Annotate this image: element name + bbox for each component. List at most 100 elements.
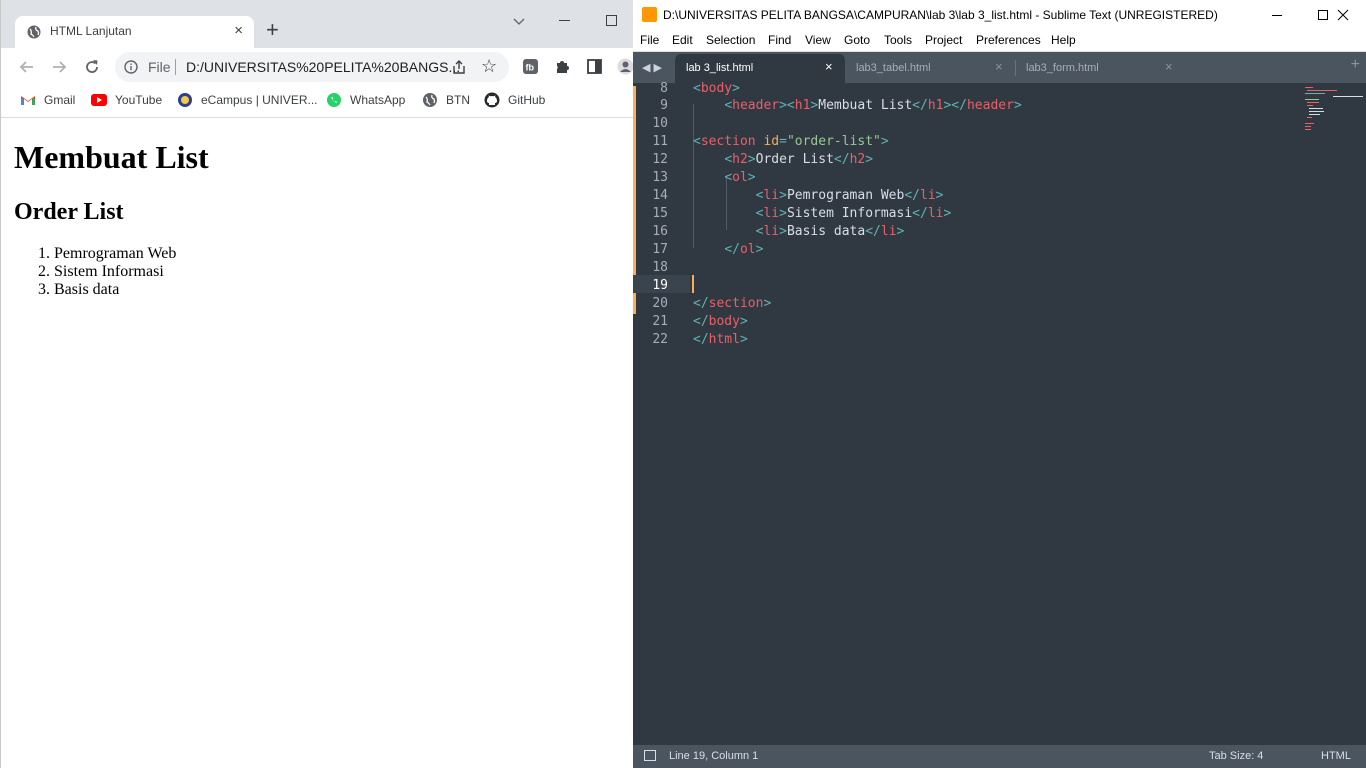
code-line: 22 </html> (652, 332, 748, 347)
status-bar: Line 19, Column 1 Tab Size: 4 HTML (633, 745, 1366, 768)
browser-toolbar: File D:/UNIVERSITAS%20PELITA%20BANGS... … (1, 48, 633, 86)
browser-window: HTML Lanjutan × + File D:/UNIVERSITAS%20… (0, 0, 633, 768)
browser-tab[interactable]: HTML Lanjutan × (15, 16, 254, 48)
section-heading: Order List (14, 199, 124, 225)
bookmark-youtube[interactable]: YouTube (91, 91, 162, 109)
profile-icon[interactable] (617, 58, 633, 75)
minimize-button[interactable] (559, 20, 570, 21)
cursor-position: Line 19, Column 1 (669, 750, 759, 762)
minimap[interactable] (1305, 86, 1365, 131)
bookmark-label: Gmail (44, 93, 76, 107)
code-line: 12 <h2>Order List</h2> (652, 152, 874, 167)
menu-find[interactable]: Find (768, 33, 791, 47)
page-content: Membuat List Order List Pemrograman Web … (1, 118, 633, 768)
extension-fb-icon[interactable]: fb (522, 58, 539, 75)
tab-nav-arrows-icon[interactable]: ◀▶ (642, 61, 665, 74)
code-line: 10 (652, 116, 668, 131)
tab-label: lab3_tabel.html (856, 62, 931, 74)
text-cursor (692, 275, 694, 293)
reload-icon[interactable] (82, 57, 102, 77)
menu-project[interactable]: Project (925, 33, 962, 47)
ecampus-icon (178, 93, 192, 107)
menu-goto[interactable]: Goto (844, 33, 870, 47)
maximize-button[interactable] (606, 15, 617, 26)
menu-bar: File Edit Selection Find View Goto Tools… (633, 30, 1366, 52)
bookmark-btn[interactable]: BTN (422, 91, 470, 109)
tab-close-icon[interactable]: × (234, 22, 243, 39)
menu-selection[interactable]: Selection (706, 33, 755, 47)
globe-icon (27, 25, 41, 39)
extensions-puzzle-icon[interactable] (554, 58, 571, 75)
whatsapp-icon (327, 93, 341, 107)
code-line: 20 </section> (652, 296, 772, 311)
tab-strip: HTML Lanjutan × + (1, 0, 633, 48)
address-bar[interactable]: File D:/UNIVERSITAS%20PELITA%20BANGS... … (115, 52, 509, 82)
scheme-label: File (148, 59, 171, 75)
window-title: D:\UNIVERSITAS PELITA BANGSA\CAMPURAN\la… (663, 8, 1218, 22)
menu-help[interactable]: Help (1051, 33, 1076, 47)
tab-label: lab 3_list.html (686, 62, 754, 74)
globe-icon (423, 93, 437, 107)
svg-text:fb: fb (526, 63, 535, 73)
page-heading: Membuat List (14, 139, 209, 175)
bookmark-whatsapp[interactable]: WhatsApp (326, 91, 405, 109)
editor-window: D:\UNIVERSITAS PELITA BANGSA\CAMPURAN\la… (633, 0, 1366, 768)
code-line: 21 </body> (652, 314, 748, 329)
tab-close-icon[interactable]: × (825, 59, 833, 74)
close-button[interactable] (1320, 0, 1366, 30)
tab-close-icon[interactable]: × (1165, 59, 1173, 74)
order-list: Pemrograman Web Sistem Informasi Basis d… (14, 245, 176, 299)
bookmarks-bar: Gmail YouTube eCampus | UNIVER... WhatsA… (1, 86, 633, 118)
gmail-icon (21, 96, 35, 105)
code-line: 9 <header><h1>Membuat List</h1></header> (660, 98, 1022, 113)
minimize-button[interactable] (1254, 0, 1300, 30)
panel-toggle-icon[interactable] (644, 750, 656, 761)
divider (175, 59, 176, 75)
bookmark-star-icon[interactable]: ☆ (481, 57, 497, 75)
tab-size-selector[interactable]: Tab Size: 4 (1209, 750, 1263, 762)
chevron-down-icon[interactable] (512, 14, 526, 28)
sublime-logo-icon (642, 7, 657, 22)
list-item: Sistem Informasi (54, 263, 176, 281)
code-editor[interactable]: 8 <body> 9 <header><h1>Membuat List</h1><… (633, 81, 1366, 745)
bookmark-github[interactable]: GitHub (484, 91, 545, 109)
bookmark-label: eCampus | UNIVER... (201, 93, 318, 107)
new-tab-button[interactable]: + (1351, 56, 1360, 74)
syntax-selector[interactable]: HTML (1321, 750, 1351, 762)
bookmark-label: GitHub (508, 93, 546, 107)
menu-tools[interactable]: Tools (884, 33, 912, 47)
code-line: 15 <li>Sistem Informasi</li> (652, 206, 952, 221)
tab-lab3-list[interactable]: lab 3_list.html × (675, 54, 845, 83)
menu-view[interactable]: View (805, 33, 831, 47)
code-line: 17 </ol> (652, 242, 764, 257)
code-line: 16 <li>Basis data</li> (652, 224, 905, 239)
github-icon (484, 92, 500, 108)
bookmark-ecampus[interactable]: eCampus | UNIVER... (177, 91, 317, 109)
tab-lab3-tabel[interactable]: lab3_tabel.html × (845, 54, 1015, 83)
tab-label: lab3_form.html (1026, 62, 1099, 74)
tab-title: HTML Lanjutan (50, 24, 132, 38)
code-line-current: 19 (652, 278, 668, 293)
bookmark-gmail[interactable]: Gmail (20, 91, 75, 109)
forward-icon[interactable] (49, 57, 69, 77)
youtube-icon (91, 94, 107, 106)
share-icon[interactable] (451, 59, 467, 75)
code-line: 18 (652, 260, 668, 275)
code-line: 8 <body> (660, 81, 740, 96)
bookmark-label: BTN (446, 93, 470, 107)
list-item: Pemrograman Web (54, 245, 176, 263)
menu-preferences[interactable]: Preferences (976, 33, 1041, 47)
bookmark-label: YouTube (115, 93, 163, 107)
url-text[interactable]: D:/UNIVERSITAS%20PELITA%20BANGS... (186, 59, 460, 75)
tab-lab3-form[interactable]: lab3_form.html × (1015, 54, 1185, 83)
info-icon[interactable] (124, 60, 138, 74)
side-panel-icon[interactable] (586, 58, 603, 75)
back-icon[interactable] (17, 57, 37, 77)
tab-close-icon[interactable]: × (995, 59, 1003, 74)
menu-file[interactable]: File (640, 33, 659, 47)
code-line: 14 <li>Pemrograman Web</li> (652, 188, 944, 203)
menu-edit[interactable]: Edit (672, 33, 693, 47)
bookmark-label: WhatsApp (350, 93, 406, 107)
new-tab-button[interactable]: + (266, 18, 279, 42)
editor-titlebar: D:\UNIVERSITAS PELITA BANGSA\CAMPURAN\la… (633, 0, 1366, 30)
